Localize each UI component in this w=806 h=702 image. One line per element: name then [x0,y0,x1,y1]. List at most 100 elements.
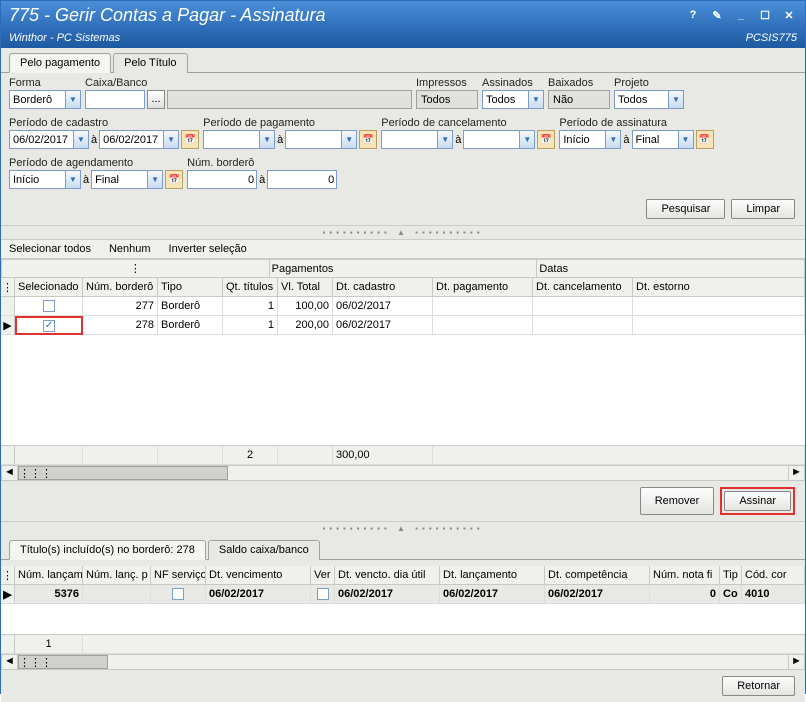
col-selecionado[interactable]: Selecionado [15,278,83,297]
per-age-to[interactable]: Final▼ [91,170,163,189]
table-row[interactable]: ▶ 5376 06/02/2017 06/02/2017 06/02/2017 … [1,585,805,604]
col-tip[interactable]: Tip [720,566,742,585]
select-all-link[interactable]: Selecionar todos [9,243,91,255]
pesquisar-button[interactable]: Pesquisar [646,199,725,219]
chevron-down-icon[interactable]: ▼ [65,91,80,108]
col-num-lanc-p[interactable]: Núm. lanç. p [83,566,151,585]
scroll-left-icon[interactable]: ◄ [2,466,18,480]
help-icon[interactable]: ? [685,9,701,22]
col-num-nota-fi[interactable]: Núm. nota fi [650,566,720,585]
chevron-down-icon[interactable]: ▼ [528,91,543,108]
col-dt-pagamento[interactable]: Dt. pagamento [433,278,533,297]
col-dt-cancelamento[interactable]: Dt. cancelamento [533,278,633,297]
per-can-to[interactable]: ▼ [463,130,535,149]
label-assinados: Assinados [482,77,544,89]
per-ass-to[interactable]: Final▼ [632,130,694,149]
subtitle-bar: Winthor - PC Sistemas PCSIS775 [1,30,805,48]
checkbox-icon[interactable] [172,588,184,600]
projeto-combo[interactable]: Todos▼ [614,90,684,109]
table-row[interactable]: ▶ ✓ 278 Borderô 1 200,00 06/02/2017 [1,316,805,335]
col-ver[interactable]: Ver [311,566,335,585]
per-can-from[interactable]: ▼ [381,130,453,149]
edit-icon[interactable]: ✎ [709,9,725,22]
per-age-from[interactable]: Início▼ [9,170,81,189]
col-vl-total[interactable]: Vl. Total [278,278,333,297]
num-bord-from[interactable] [187,170,257,189]
limpar-button[interactable]: Limpar [731,199,795,219]
row-indicator-icon: ▶ [1,316,15,335]
retornar-button[interactable]: Retornar [722,676,795,696]
horizontal-scrollbar[interactable]: ◄ ⋮⋮⋮ ► [1,465,805,481]
calendar-icon[interactable]: 📅 [537,130,555,149]
col-dt-vencto-util[interactable]: Dt. vencto. dia útil [335,566,440,585]
table-row[interactable]: 277 Borderô 1 100,00 06/02/2017 [1,297,805,316]
chevron-down-icon[interactable]: ▼ [341,131,356,148]
col-tipo[interactable]: Tipo [158,278,223,297]
caixa-display [167,90,412,109]
per-pag-from[interactable]: ▼ [203,130,275,149]
chevron-down-icon[interactable]: ▼ [65,171,80,188]
tabs-upper: Pelo pagamento Pelo Título [1,48,805,73]
chevron-down-icon[interactable]: ▼ [147,171,162,188]
col-cod-cor[interactable]: Cód. cor [742,566,805,585]
caixa-lookup-button[interactable]: ... [147,90,165,109]
tab-pelo-titulo[interactable]: Pelo Título [113,53,187,73]
calendar-icon[interactable]: 📅 [165,170,183,189]
chevron-down-icon[interactable]: ▼ [259,131,274,148]
col-nf-servico[interactable]: NF serviço [151,566,206,585]
num-bord-to[interactable] [267,170,337,189]
assinar-button[interactable]: Assinar [724,491,791,511]
minimize-icon[interactable]: _ [733,9,749,22]
tabs-lower: Título(s) incluído(s) no borderô: 278 Sa… [1,535,805,560]
calendar-icon[interactable]: 📅 [181,130,199,149]
label-projeto: Projeto [614,77,684,89]
chevron-down-icon[interactable]: ▼ [668,91,683,108]
tab-pelo-pagamento[interactable]: Pelo pagamento [9,53,111,73]
scroll-right-icon[interactable]: ► [788,655,804,669]
label-per-ass: Período de assinatura [559,117,713,129]
invert-selection-link[interactable]: Inverter seleção [169,243,247,255]
per-ass-from[interactable]: Início▼ [559,130,621,149]
maximize-icon[interactable]: ☐ [757,9,773,22]
chevron-down-icon[interactable]: ▼ [605,131,620,148]
col-dt-estorno[interactable]: Dt. estorno [633,278,805,297]
close-icon[interactable]: ✕ [781,9,797,22]
checkbox-icon[interactable] [317,588,329,600]
remover-button[interactable]: Remover [640,487,715,515]
calendar-icon[interactable]: 📅 [696,130,714,149]
selected-checkbox-cell[interactable]: ✓ [15,316,83,335]
calendar-icon[interactable]: 📅 [359,130,377,149]
scrollbar-thumb[interactable]: ⋮⋮⋮ [18,466,228,480]
checkbox-icon[interactable] [43,300,55,312]
per-pag-to[interactable]: ▼ [285,130,357,149]
select-none-link[interactable]: Nenhum [109,243,151,255]
chevron-down-icon[interactable]: ▼ [73,131,88,148]
scroll-right-icon[interactable]: ► [788,466,804,480]
tab-saldo-caixa[interactable]: Saldo caixa/banco [208,540,320,560]
per-cad-to[interactable]: 06/02/2017▼ [99,130,179,149]
col-num-bordero[interactable]: Núm. borderô [83,278,158,297]
col-dt-competencia[interactable]: Dt. competência [545,566,650,585]
chevron-down-icon[interactable]: ▼ [437,131,452,148]
col-num-lancam[interactable]: Núm. lançam [15,566,83,585]
col-dt-lancamento[interactable]: Dt. lançamento [440,566,545,585]
chevron-down-icon[interactable]: ▼ [519,131,534,148]
checkbox-checked-icon[interactable]: ✓ [43,320,55,332]
chevron-down-icon[interactable]: ▼ [163,131,178,148]
horizontal-scrollbar[interactable]: ◄ ⋮⋮⋮ ► [1,654,805,670]
label-forma: Forma [9,77,81,89]
forma-combo[interactable]: Borderô▼ [9,90,81,109]
scrollbar-thumb[interactable]: ⋮⋮⋮ [18,655,108,669]
col-dt-cadastro[interactable]: Dt. cadastro [333,278,433,297]
splitter[interactable]: ▪▪▪▪▪▪▪▪▪▪ ▲ ▪▪▪▪▪▪▪▪▪▪ [1,225,805,239]
assinados-combo[interactable]: Todos▼ [482,90,544,109]
caixa-input[interactable] [85,90,145,109]
scroll-left-icon[interactable]: ◄ [2,655,18,669]
chevron-down-icon[interactable]: ▼ [678,131,693,148]
splitter[interactable]: ▪▪▪▪▪▪▪▪▪▪ ▲ ▪▪▪▪▪▪▪▪▪▪ [1,521,805,535]
per-cad-from[interactable]: 06/02/2017▼ [9,130,89,149]
window-title: 775 - Gerir Contas a Pagar - Assinatura [9,5,685,26]
col-qt-titulos[interactable]: Qt. títulos [223,278,278,297]
tab-titulos-incluidos[interactable]: Título(s) incluído(s) no borderô: 278 [9,540,206,560]
col-dt-vencimento[interactable]: Dt. vencimento [206,566,311,585]
